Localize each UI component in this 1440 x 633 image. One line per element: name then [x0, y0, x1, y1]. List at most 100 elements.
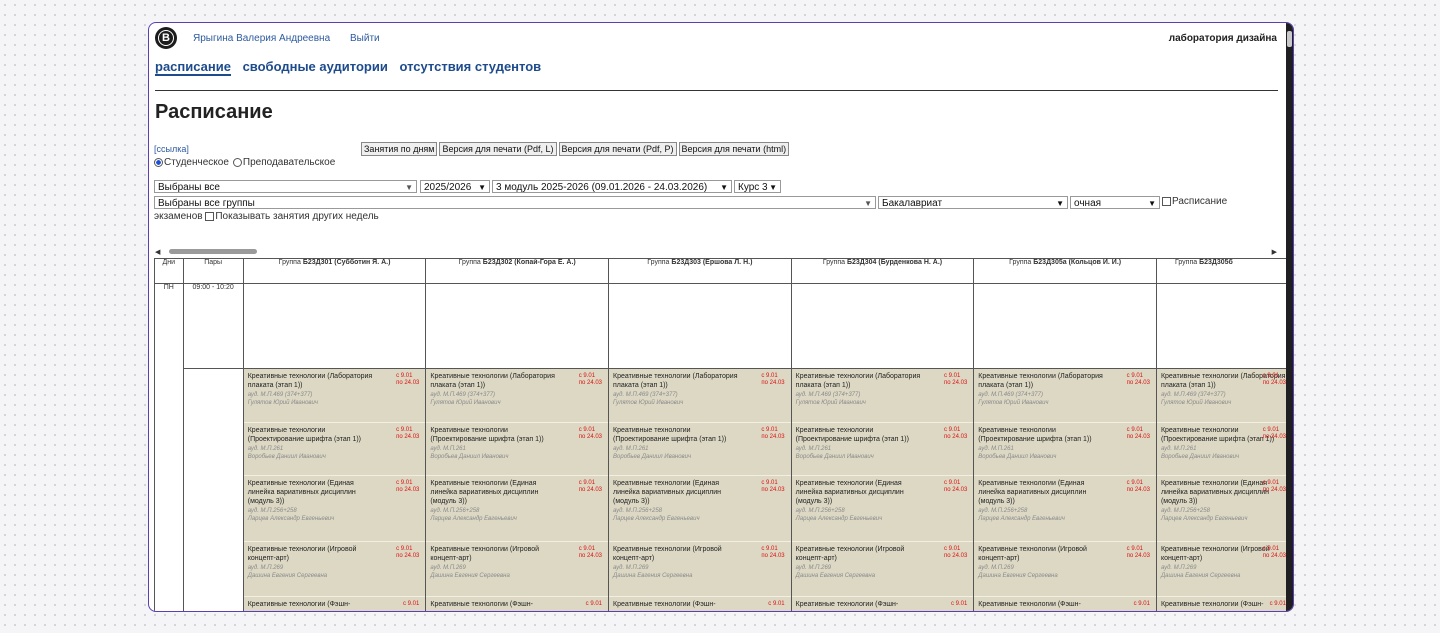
lesson-dates: с 9.01	[951, 601, 967, 608]
date-to: по 24.03	[944, 434, 968, 440]
lesson-dates: с 9.01 по 24.03	[396, 480, 419, 494]
date-to: по 24.03	[944, 380, 968, 386]
lesson-item[interactable]: Креативные технологии (Фэшн-с 9.01	[1157, 597, 1292, 611]
lesson-teacher: Ларцев Александр Евгеньевич	[613, 516, 700, 522]
lesson-item[interactable]: Креативные технологии (Фэшн-с 9.01	[426, 597, 608, 611]
lesson-cell: Креативные технологии (Лаборатория плака…	[608, 368, 792, 611]
form-select[interactable]: очная ▼	[1070, 196, 1160, 209]
lesson-item[interactable]: Креативные технологии (Проектирование шр…	[1156, 423, 1292, 476]
lesson-dates: с 9.01 по 24.03	[579, 546, 602, 560]
lesson-item[interactable]: Креативные технологии (Единая линейка ва…	[974, 476, 1156, 542]
empty-cell	[973, 283, 1157, 369]
logout-link[interactable]: Выйти	[350, 33, 380, 44]
date-from: с 9.01	[761, 373, 778, 379]
lesson-item[interactable]: Креативные технологии (Проектирование шр…	[609, 423, 791, 476]
lesson-item[interactable]: Креативные технологии (Единая линейка ва…	[243, 476, 426, 542]
lesson-item[interactable]: Креативные технологии (Лаборатория плака…	[243, 369, 426, 423]
exam-checkbox-row-2: экзаменов Показывать занятия других неде…	[154, 211, 379, 222]
lesson-item[interactable]: Креативные технологии (Проектирование шр…	[791, 423, 974, 476]
scroll-right-icon[interactable]: ▶	[1272, 248, 1277, 256]
lesson-room: ауд. М.П.256+258	[430, 508, 480, 514]
lesson-item[interactable]: Креативные технологии (Единая линейка ва…	[791, 476, 974, 542]
radio-student[interactable]: Студенческое	[154, 157, 229, 168]
lesson-name: Креативные технологии (Фэшн-	[247, 601, 351, 608]
lesson-room: ауд. М.П.469 (374+377)	[795, 392, 861, 398]
nav-schedule[interactable]: расписание	[155, 59, 231, 76]
group-header: Группа Б23Д305а (Кольцов И. И.)	[973, 258, 1157, 284]
group-code: Б23Д305б	[1199, 259, 1233, 267]
lesson-item[interactable]: Креативные технологии (Единая линейка ва…	[426, 476, 609, 542]
lesson-item[interactable]: Креативные технологии (Игровой концепт-а…	[609, 542, 791, 597]
date-from: с 9.01	[768, 601, 785, 607]
lesson-item[interactable]: Креативные технологии (Единая линейка ва…	[609, 476, 791, 542]
lesson-item[interactable]: Креативные технологии (Игровой концепт-а…	[1156, 542, 1292, 597]
date-from: с 9.01	[944, 373, 961, 379]
nav-absences[interactable]: отсутствия студентов	[399, 59, 541, 74]
radio-teacher-dot[interactable]	[232, 157, 242, 167]
groups-select[interactable]: Выбраны все группы ▼	[154, 196, 876, 209]
lesson-item[interactable]: Креативные технологии (Игровой концепт-а…	[791, 542, 974, 597]
lesson-item[interactable]: Креативные технологии (Лаборатория плака…	[1156, 369, 1292, 423]
lesson-item[interactable]: Креативные технологии (Проектирование шр…	[426, 423, 609, 476]
other-weeks-checkbox[interactable]	[205, 211, 215, 221]
scroll-left-icon[interactable]: ◀	[155, 248, 160, 256]
print-pdf-p-button[interactable]: Версия для печати (Pdf, P)	[558, 142, 677, 156]
date-to: по 24.03	[578, 553, 603, 559]
lesson-room: ауд. М.П.261	[1160, 446, 1197, 452]
permalink[interactable]: [ссылка]	[154, 144, 189, 154]
lesson-item[interactable]: Креативные технологии (Фэшн-с 9.01	[792, 597, 974, 611]
lesson-teacher: Ларцев Александр Евгеньевич	[430, 516, 517, 522]
scroll-thumb[interactable]	[1287, 31, 1292, 47]
lesson-name: Креативные технологии (Единая линейка ва…	[247, 480, 356, 505]
col-days-header: Дни	[154, 258, 184, 284]
lesson-item[interactable]: Креативные технологии (Фэшн-с 9.01	[974, 597, 1156, 611]
date-to: по 24.03	[761, 553, 785, 559]
lesson-name: Креативные технологии (Проектирование шр…	[978, 427, 1092, 443]
lesson-item[interactable]: Креативные технологии (Лаборатория плака…	[426, 369, 609, 423]
lesson-teacher: Дашина Евгения Сергеевна	[247, 573, 328, 579]
lesson-item[interactable]: Креативные технологии (Фэшн-с 9.01	[244, 597, 426, 611]
exam-checkbox[interactable]	[1162, 196, 1171, 206]
lesson-item[interactable]: Креативные технологии (Игровой концепт-а…	[974, 542, 1156, 597]
lesson-dates: с 9.01 по 24.03	[944, 546, 967, 560]
pair-time-cell-2	[182, 368, 244, 611]
radio-teacher[interactable]: Преподавательское	[232, 157, 335, 168]
form-select-value: очная	[1074, 198, 1102, 209]
radio-student-label: Студенческое	[164, 157, 229, 168]
day-cell: ПН	[154, 283, 184, 611]
user-name-link[interactable]: Ярыгина Валерия Андреевна	[193, 33, 330, 44]
print-pdf-l-button[interactable]: Версия для печати (Pdf, L)	[439, 142, 557, 156]
lesson-item[interactable]: Креативные технологии (Проектирование шр…	[243, 423, 426, 476]
date-to: по 24.03	[1262, 434, 1286, 440]
lesson-item[interactable]: Креативные технологии (Лаборатория плака…	[974, 369, 1156, 423]
lesson-item[interactable]: Креативные технологии (Лаборатория плака…	[609, 369, 791, 423]
by-days-button[interactable]: Занятия по дням	[361, 142, 438, 156]
lesson-name: Креативные технологии (Единая линейка ва…	[430, 480, 539, 505]
year-select[interactable]: 2025/2026 ▼	[420, 180, 490, 193]
print-html-button[interactable]: Версия для печати (html)	[678, 142, 790, 156]
scroll-thumb[interactable]	[169, 249, 257, 254]
lesson-dates: с 9.01 по 24.03	[1127, 427, 1150, 441]
group-header: Группа Б23Д304 (Бурденкова Н. А.)	[790, 258, 975, 284]
course-select[interactable]: Курс 3 ▼	[734, 180, 781, 193]
lesson-item[interactable]: Креативные технологии (Проектирование шр…	[974, 423, 1156, 476]
vertical-scrollbar[interactable]	[1286, 23, 1293, 611]
module-select[interactable]: 3 модуль 2025-2026 (09.01.2026 - 24.03.2…	[492, 180, 732, 193]
lesson-name: Креативные технологии (Игровой концепт-а…	[430, 546, 540, 562]
nav-free-rooms[interactable]: свободные аудитории	[243, 59, 388, 74]
lesson-dates: с 9.01 по 24.03	[1263, 546, 1286, 560]
lesson-dates: с 9.01 по 24.03	[1127, 480, 1150, 494]
lesson-name: Креативные технологии (Проектирование шр…	[613, 427, 727, 443]
lesson-item[interactable]: Креативные технологии (Единая линейка ва…	[1156, 476, 1292, 542]
lesson-item[interactable]: Креативные технологии (Лаборатория плака…	[791, 369, 974, 423]
lesson-item[interactable]: Креативные технологии (Фэшн-с 9.01	[609, 597, 791, 611]
exam-checkbox-row[interactable]: Расписание	[1162, 196, 1227, 207]
horizontal-scrollbar[interactable]: ◀ ▶	[155, 248, 1277, 256]
group-prefix: Группа	[822, 259, 847, 267]
radio-student-dot[interactable]	[154, 157, 163, 167]
lesson-item[interactable]: Креативные технологии (Игровой концепт-а…	[243, 542, 426, 597]
faculty-select[interactable]: Выбраны все ▼	[154, 180, 417, 193]
level-select[interactable]: Бакалавриат ▼	[878, 196, 1068, 209]
lesson-item[interactable]: Креативные технологии (Игровой концепт-а…	[426, 542, 609, 597]
lesson-dates: с 9.01 по 24.03	[761, 480, 784, 494]
